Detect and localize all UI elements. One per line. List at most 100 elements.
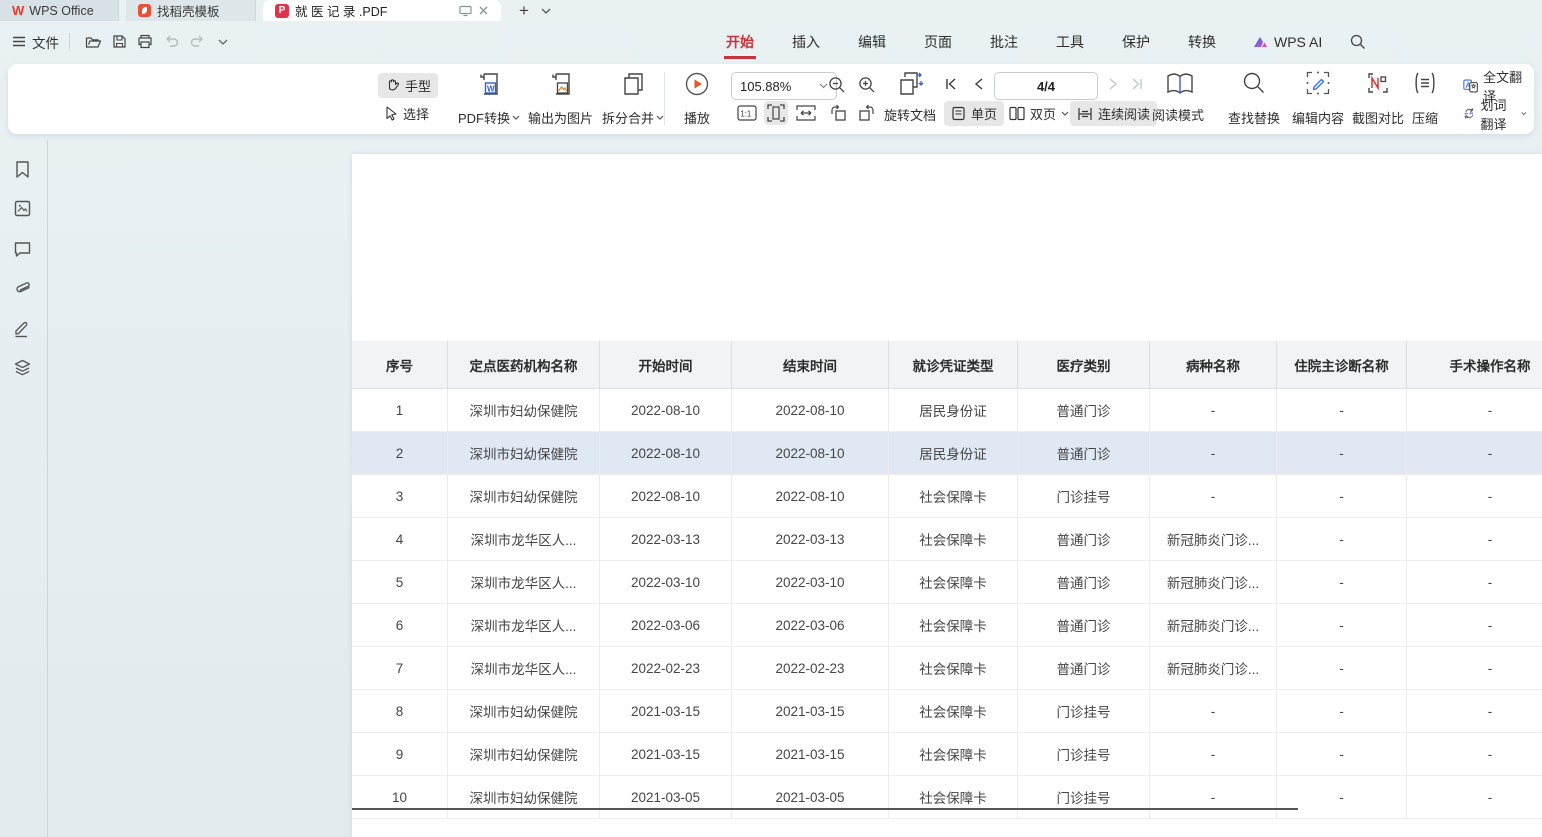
play-icon [684,71,710,97]
save-button[interactable] [106,29,132,55]
table-cell: 社会保障卡 [889,561,1018,603]
table-cell: - [1407,690,1542,732]
table-cell: 4 [352,518,448,560]
read-mode-button[interactable] [1164,70,1196,98]
rotate-document-button[interactable] [896,70,926,98]
table-cell: 门诊挂号 [1018,690,1150,732]
single-page-button[interactable]: 单页 [944,101,1004,126]
table-cell: 2022-03-10 [732,561,889,603]
menu-annotate[interactable]: 批注 [988,23,1020,61]
bookmark-icon[interactable] [13,160,32,179]
table-cell: 普通门诊 [1018,389,1150,431]
first-page-button[interactable] [941,74,961,94]
redo-button[interactable] [184,29,210,55]
table-row[interactable]: 7深圳市龙华区人...2022-02-232022-02-23社会保障卡普通门诊… [352,647,1542,690]
fit-width-button[interactable] [794,101,818,125]
actual-size-button[interactable]: 1:1 [735,101,759,125]
thumbnail-icon[interactable] [13,199,32,218]
undo-button[interactable] [158,29,184,55]
table-cell: - [1407,647,1542,689]
undo-history-chevron-icon[interactable] [210,29,236,55]
tab-label: 找稻壳模板 [157,1,220,20]
rotate-right-button[interactable] [855,101,879,125]
tab-bar: W WPS Office 找稻壳模板 P 就 医 记 录 .PDF + [0,0,1542,21]
layers-icon[interactable] [13,358,32,377]
table-row[interactable]: 1深圳市妇幼保健院2022-08-102022-08-10居民身份证普通门诊--… [352,389,1542,432]
print-button[interactable] [132,29,158,55]
table-cell: 2022-03-13 [732,518,889,560]
table-header-cell: 就诊凭证类型 [889,341,1018,388]
table-cell: - [1150,475,1277,517]
menu-tools[interactable]: 工具 [1054,23,1086,61]
folder-open-icon [85,35,102,49]
table-cell: 深圳市妇幼保健院 [448,776,600,818]
wps-ai-button[interactable]: WPS AI [1252,34,1322,50]
table-cell: 深圳市妇幼保健院 [448,733,600,775]
menu-edit[interactable]: 编辑 [856,23,888,61]
hand-tool-button[interactable]: 手型 [378,73,438,98]
table-cell: - [1277,432,1407,474]
menu-row: 文件 开始 插入 编辑 页面 批注 工具 保护 转换 [0,21,1542,62]
edit-content-button[interactable]: 编辑内容 [1288,69,1348,129]
menu-insert[interactable]: 插入 [790,23,822,61]
screenshot-compare-button[interactable]: 截图对比 [1348,69,1408,129]
ribbon-search-icon[interactable] [1350,34,1366,50]
table-row[interactable]: 4深圳市龙华区人...2022-03-132022-03-13社会保障卡普通门诊… [352,518,1542,561]
tab-document-active[interactable]: P 就 医 记 录 .PDF [263,0,501,21]
fit-page-button[interactable] [764,101,788,125]
present-mode-icon[interactable] [459,5,472,17]
rotate-document-label[interactable]: 旋转文档 [884,105,936,124]
attachment-icon[interactable] [13,280,32,299]
table-cell: - [1407,432,1542,474]
table-row[interactable]: 3深圳市妇幼保健院2022-08-102022-08-10社会保障卡门诊挂号--… [352,475,1542,518]
table-cell: 深圳市妇幼保健院 [448,475,600,517]
zoom-in-icon [858,76,876,94]
table-cell: 普通门诊 [1018,432,1150,474]
pdf-convert-button[interactable]: W PDF转换 [454,69,524,129]
table-cell: 门诊挂号 [1018,733,1150,775]
word-translate-button[interactable]: A文 划词翻译 [1456,101,1534,126]
table-cell: - [1407,389,1542,431]
menu-convert[interactable]: 转换 [1186,23,1218,61]
table-cell: 新冠肺炎门诊... [1150,518,1277,560]
zoom-level-select[interactable]: 105.88% [731,72,837,100]
table-row[interactable]: 5深圳市龙华区人...2022-03-102022-03-10社会保障卡普通门诊… [352,561,1542,604]
table-header-cell: 结束时间 [732,341,889,388]
read-mode-label[interactable]: 阅读模式 [1152,105,1204,124]
compress-button[interactable]: 压缩 [1408,69,1442,129]
zoom-out-button[interactable] [825,73,849,97]
table-row[interactable]: 9深圳市妇幼保健院2021-03-152021-03-15社会保障卡门诊挂号--… [352,733,1542,776]
continuous-read-button[interactable]: 连续阅读 [1070,101,1157,126]
zoom-in-button[interactable] [855,73,879,97]
play-button[interactable]: 播放 [680,69,714,129]
last-page-button[interactable] [1127,74,1147,94]
table-row[interactable]: 10深圳市妇幼保健院2021-03-052021-03-05社会保障卡门诊挂号-… [352,776,1542,819]
menu-page[interactable]: 页面 [922,23,954,61]
open-file-button[interactable] [80,29,106,55]
tab-wps-office[interactable]: W WPS Office [0,0,119,21]
next-page-button[interactable] [1103,74,1123,94]
prev-page-button[interactable] [968,74,988,94]
close-tab-icon[interactable] [478,5,489,16]
rotate-left-button[interactable] [826,101,850,125]
tab-list-chevron-icon[interactable] [537,0,555,21]
file-menu-button[interactable]: 文件 [12,32,59,52]
select-tool-button[interactable]: 选择 [378,101,436,126]
table-row[interactable]: 2深圳市妇幼保健院2022-08-102022-08-10居民身份证普通门诊--… [352,432,1542,475]
menu-protect[interactable]: 保护 [1120,23,1152,61]
export-image-button[interactable]: 输出为图片 [524,69,597,129]
comment-icon[interactable] [13,240,32,259]
split-merge-button[interactable]: 拆分合并 [598,69,668,129]
double-page-label: 双页 [1030,104,1056,123]
double-page-button[interactable]: 双页 [1002,101,1076,126]
find-replace-button[interactable]: 查找替换 [1224,69,1284,129]
export-image-label: 输出为图片 [528,108,593,127]
table-row[interactable]: 8深圳市妇幼保健院2021-03-152021-03-15社会保障卡门诊挂号--… [352,690,1542,733]
pdf-page[interactable]: 序号定点医药机构名称开始时间结束时间就诊凭证类型医疗类别病种名称住院主诊断名称手… [352,154,1542,837]
tab-docer-templates[interactable]: 找稻壳模板 [126,0,256,21]
menu-home[interactable]: 开始 [724,23,756,61]
signature-icon[interactable] [13,318,32,337]
new-tab-button[interactable]: + [511,0,537,21]
page-indicator-input[interactable]: 4/4 [994,72,1098,100]
table-row[interactable]: 6深圳市龙华区人...2022-03-062022-03-06社会保障卡普通门诊… [352,604,1542,647]
